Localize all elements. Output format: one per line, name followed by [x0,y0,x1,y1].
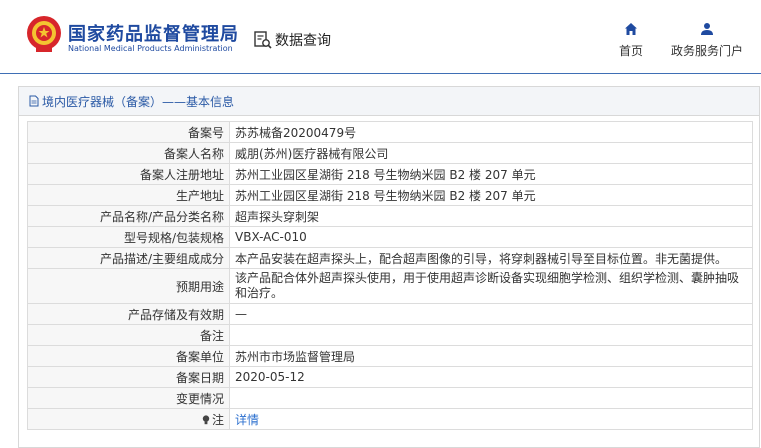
table-row: 变更情况 [27,387,753,409]
search-document-icon [254,31,272,49]
field-value: 苏州工业园区星湖街 218 号生物纳米园 B2 楼 207 单元 [229,184,753,206]
lightbulb-icon [202,414,210,424]
table-row: 备案人注册地址 苏州工业园区星湖街 218 号生物纳米园 B2 楼 207 单元 [27,163,753,185]
table-row: 产品名称/产品分类名称 超声探头穿刺架 [27,205,753,227]
table-row: 产品描述/主要组成成分 本产品安装在超声探头上，配合超声图像的引导，将穿刺器械引… [27,247,753,269]
field-label: 产品描述/主要组成成分 [27,247,230,269]
field-label: 备案人注册地址 [27,163,230,185]
field-value [229,387,753,409]
field-value: 威朋(苏州)医疗器械有限公司 [229,142,753,164]
site-header: 国家药品监督管理局 National Medical Products Admi… [0,0,761,74]
breadcrumb-text: 境内医疗器械（备案）——基本信息 [42,94,235,109]
field-value: 苏苏械备20200479号 [229,121,753,143]
table-row: 注 详情 [27,408,753,430]
data-query-link[interactable]: 数据查询 [253,28,331,52]
table-row: 备案人名称 威朋(苏州)医疗器械有限公司 [27,142,753,164]
nav-service-label: 政务服务门户 [670,44,743,58]
field-value: 超声探头穿刺架 [229,205,753,227]
field-label: 备案日期 [27,366,230,388]
table-row: 型号规格/包装规格 VBX-AC-010 [27,226,753,248]
field-label: 型号规格/包装规格 [27,226,230,248]
field-label: 生产地址 [27,184,230,206]
field-value: VBX-AC-010 [229,226,753,248]
note-label-cell: 注 [27,408,230,430]
table-row: 产品存储及有效期 — [27,303,753,325]
field-value: 该产品配合体外超声探头使用，用于使用超声诊断设备实现细胞学检测、组织学检测、囊肿… [229,268,753,304]
field-label: 备注 [27,324,230,346]
field-label: 注 [211,412,224,427]
site-subtitle: National Medical Products Administration [68,44,233,53]
field-label: 产品存储及有效期 [27,303,230,325]
field-value: 苏州市市场监督管理局 [229,345,753,367]
data-query-label: 数据查询 [275,33,331,49]
field-value: 本产品安装在超声探头上，配合超声图像的引导，将穿刺器械引导至目标位置。非无菌提供… [229,247,753,269]
field-value [229,324,753,346]
field-label: 变更情况 [27,387,230,409]
field-label: 预期用途 [27,268,230,304]
detail-panel: 境内医疗器械（备案）——基本信息 备案号 苏苏械备20200479号 备案人名称… [18,86,760,448]
table-row: 备注 [27,324,753,346]
field-label: 备案人名称 [27,142,230,164]
breadcrumb: 境内医疗器械（备案）——基本信息 [19,87,759,116]
info-table: 备案号 苏苏械备20200479号 备案人名称 威朋(苏州)医疗器械有限公司 备… [27,121,753,430]
user-icon [701,23,713,35]
note-value-cell: 详情 [229,408,753,430]
table-row: 预期用途 该产品配合体外超声探头使用，用于使用超声诊断设备实现细胞学检测、组织学… [27,268,753,304]
nav-service-portal[interactable]: 政务服务门户 [667,22,747,59]
details-link[interactable]: 详情 [235,413,259,427]
field-value: 2020-05-12 [229,366,753,388]
national-emblem-icon [27,16,61,52]
home-icon [625,23,637,35]
table-row: 备案单位 苏州市市场监督管理局 [27,345,753,367]
nav-home-label: 首页 [618,44,643,58]
document-icon [29,95,39,107]
field-label: 产品名称/产品分类名称 [27,205,230,227]
table-row: 生产地址 苏州工业园区星湖街 218 号生物纳米园 B2 楼 207 单元 [27,184,753,206]
table-row: 备案日期 2020-05-12 [27,366,753,388]
field-label: 备案号 [27,121,230,143]
field-label: 备案单位 [27,345,230,367]
nav-home[interactable]: 首页 [591,22,671,59]
field-value: — [229,303,753,325]
field-value: 苏州工业园区星湖街 218 号生物纳米园 B2 楼 207 单元 [229,163,753,185]
site-title[interactable]: 国家药品监督管理局 [68,20,239,46]
table-row: 备案号 苏苏械备20200479号 [27,121,753,143]
